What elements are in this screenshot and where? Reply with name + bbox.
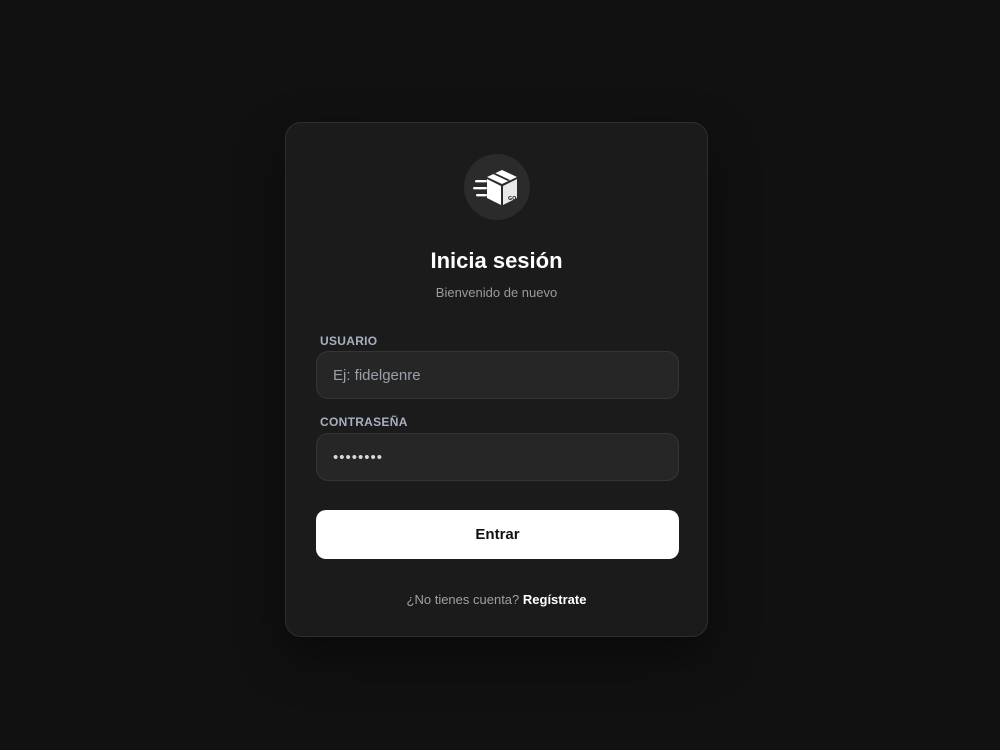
register-prompt: ¿No tienes cuenta? Regístrate <box>286 592 707 608</box>
package-delivery-icon: GO <box>473 170 517 205</box>
logo-badge-text: GO <box>508 196 516 202</box>
login-card: GO Inicia sesión Bienvenido de nuevo USU… <box>285 122 708 637</box>
password-label: CONTRASEÑA <box>320 415 408 429</box>
page-title: Inicia sesión <box>430 248 563 273</box>
username-label: USUARIO <box>320 334 378 348</box>
logo: GO <box>464 154 530 220</box>
register-prompt-text: ¿No tienes cuenta? <box>406 592 520 607</box>
username-input[interactable] <box>316 351 679 399</box>
password-input[interactable] <box>316 433 679 481</box>
submit-button[interactable]: Entrar <box>316 510 679 559</box>
page-subtitle: Bienvenido de nuevo <box>435 285 558 300</box>
register-link[interactable]: Regístrate <box>523 592 587 607</box>
